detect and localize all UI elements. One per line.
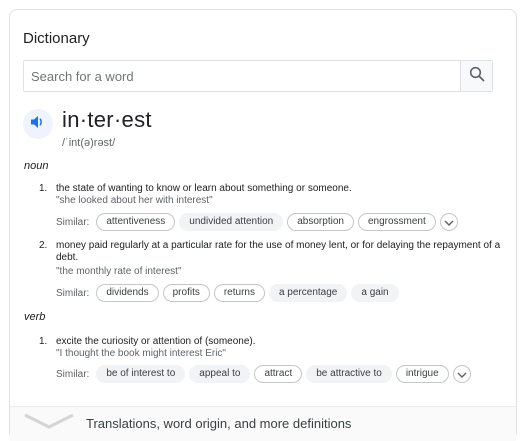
similar-label: Similar: <box>56 287 90 299</box>
example: "I thought the book might interest Eric" <box>56 348 226 359</box>
sense-number: 1. <box>39 336 48 347</box>
speaker-icon <box>30 115 46 134</box>
synonym-chip[interactable]: attract <box>254 365 303 383</box>
search-box <box>23 60 493 92</box>
example: "she looked about her with interest" <box>56 195 213 206</box>
more-definitions-label: Translations, word origin, and more defi… <box>86 416 352 431</box>
expand-chevron-icon <box>24 413 74 434</box>
synonym-chip[interactable]: intrigue <box>395 365 449 383</box>
search-icon <box>469 66 485 87</box>
synonym-chip[interactable]: attentiveness <box>96 213 176 231</box>
sense-number: 2. <box>39 240 48 251</box>
similar-row: Similar: dividends profits returns a per… <box>56 283 403 303</box>
definition: money paid regularly at a particular rat… <box>56 240 501 263</box>
headword: in·ter·est <box>62 107 152 132</box>
more-synonyms-button[interactable] <box>452 365 471 383</box>
synonym-chip[interactable]: a gain <box>351 284 399 302</box>
similar-row: Similar: be of interest to appeal to att… <box>56 364 471 384</box>
similar-row: Similar: attentiveness undivided attenti… <box>56 212 458 232</box>
synonym-chip[interactable]: dividends <box>96 284 159 302</box>
synonym-chip[interactable]: absorption <box>287 213 354 231</box>
synonym-chip[interactable]: be attractive to <box>306 365 392 383</box>
dictionary-card: Dictionary in·ter·est /ˈint(ə)rəst/ noun… <box>9 9 517 441</box>
synonym-chip[interactable]: a percentage <box>268 284 348 302</box>
definition: the state of wanting to know or learn ab… <box>56 183 352 194</box>
synonym-chip[interactable]: engrossment <box>357 213 436 231</box>
chevron-down-icon <box>457 365 467 383</box>
example: "the monthly rate of interest" <box>56 266 182 277</box>
more-synonyms-button[interactable] <box>439 213 458 231</box>
definition: excite the curiosity or attention of (so… <box>56 336 256 347</box>
synonym-chip[interactable]: be of interest to <box>96 365 186 383</box>
panel-title: Dictionary <box>23 30 90 47</box>
part-of-speech-noun: noun <box>24 160 49 172</box>
similar-label: Similar: <box>56 368 90 380</box>
phonetic: /ˈint(ə)rəst/ <box>62 137 116 149</box>
chevron-down-icon <box>444 213 454 231</box>
synonym-chip[interactable]: appeal to <box>189 365 251 383</box>
synonym-chip[interactable]: undivided attention <box>179 213 284 231</box>
more-definitions-link[interactable]: Translations, word origin, and more defi… <box>10 407 516 441</box>
synonym-chip[interactable]: returns <box>213 284 265 302</box>
search-button[interactable] <box>460 61 492 91</box>
pronounce-button[interactable] <box>23 109 53 139</box>
similar-label: Similar: <box>56 216 90 228</box>
part-of-speech-verb: verb <box>24 311 46 323</box>
sense-number: 1. <box>39 183 48 194</box>
synonym-chip[interactable]: profits <box>162 284 210 302</box>
search-input[interactable] <box>24 61 462 91</box>
